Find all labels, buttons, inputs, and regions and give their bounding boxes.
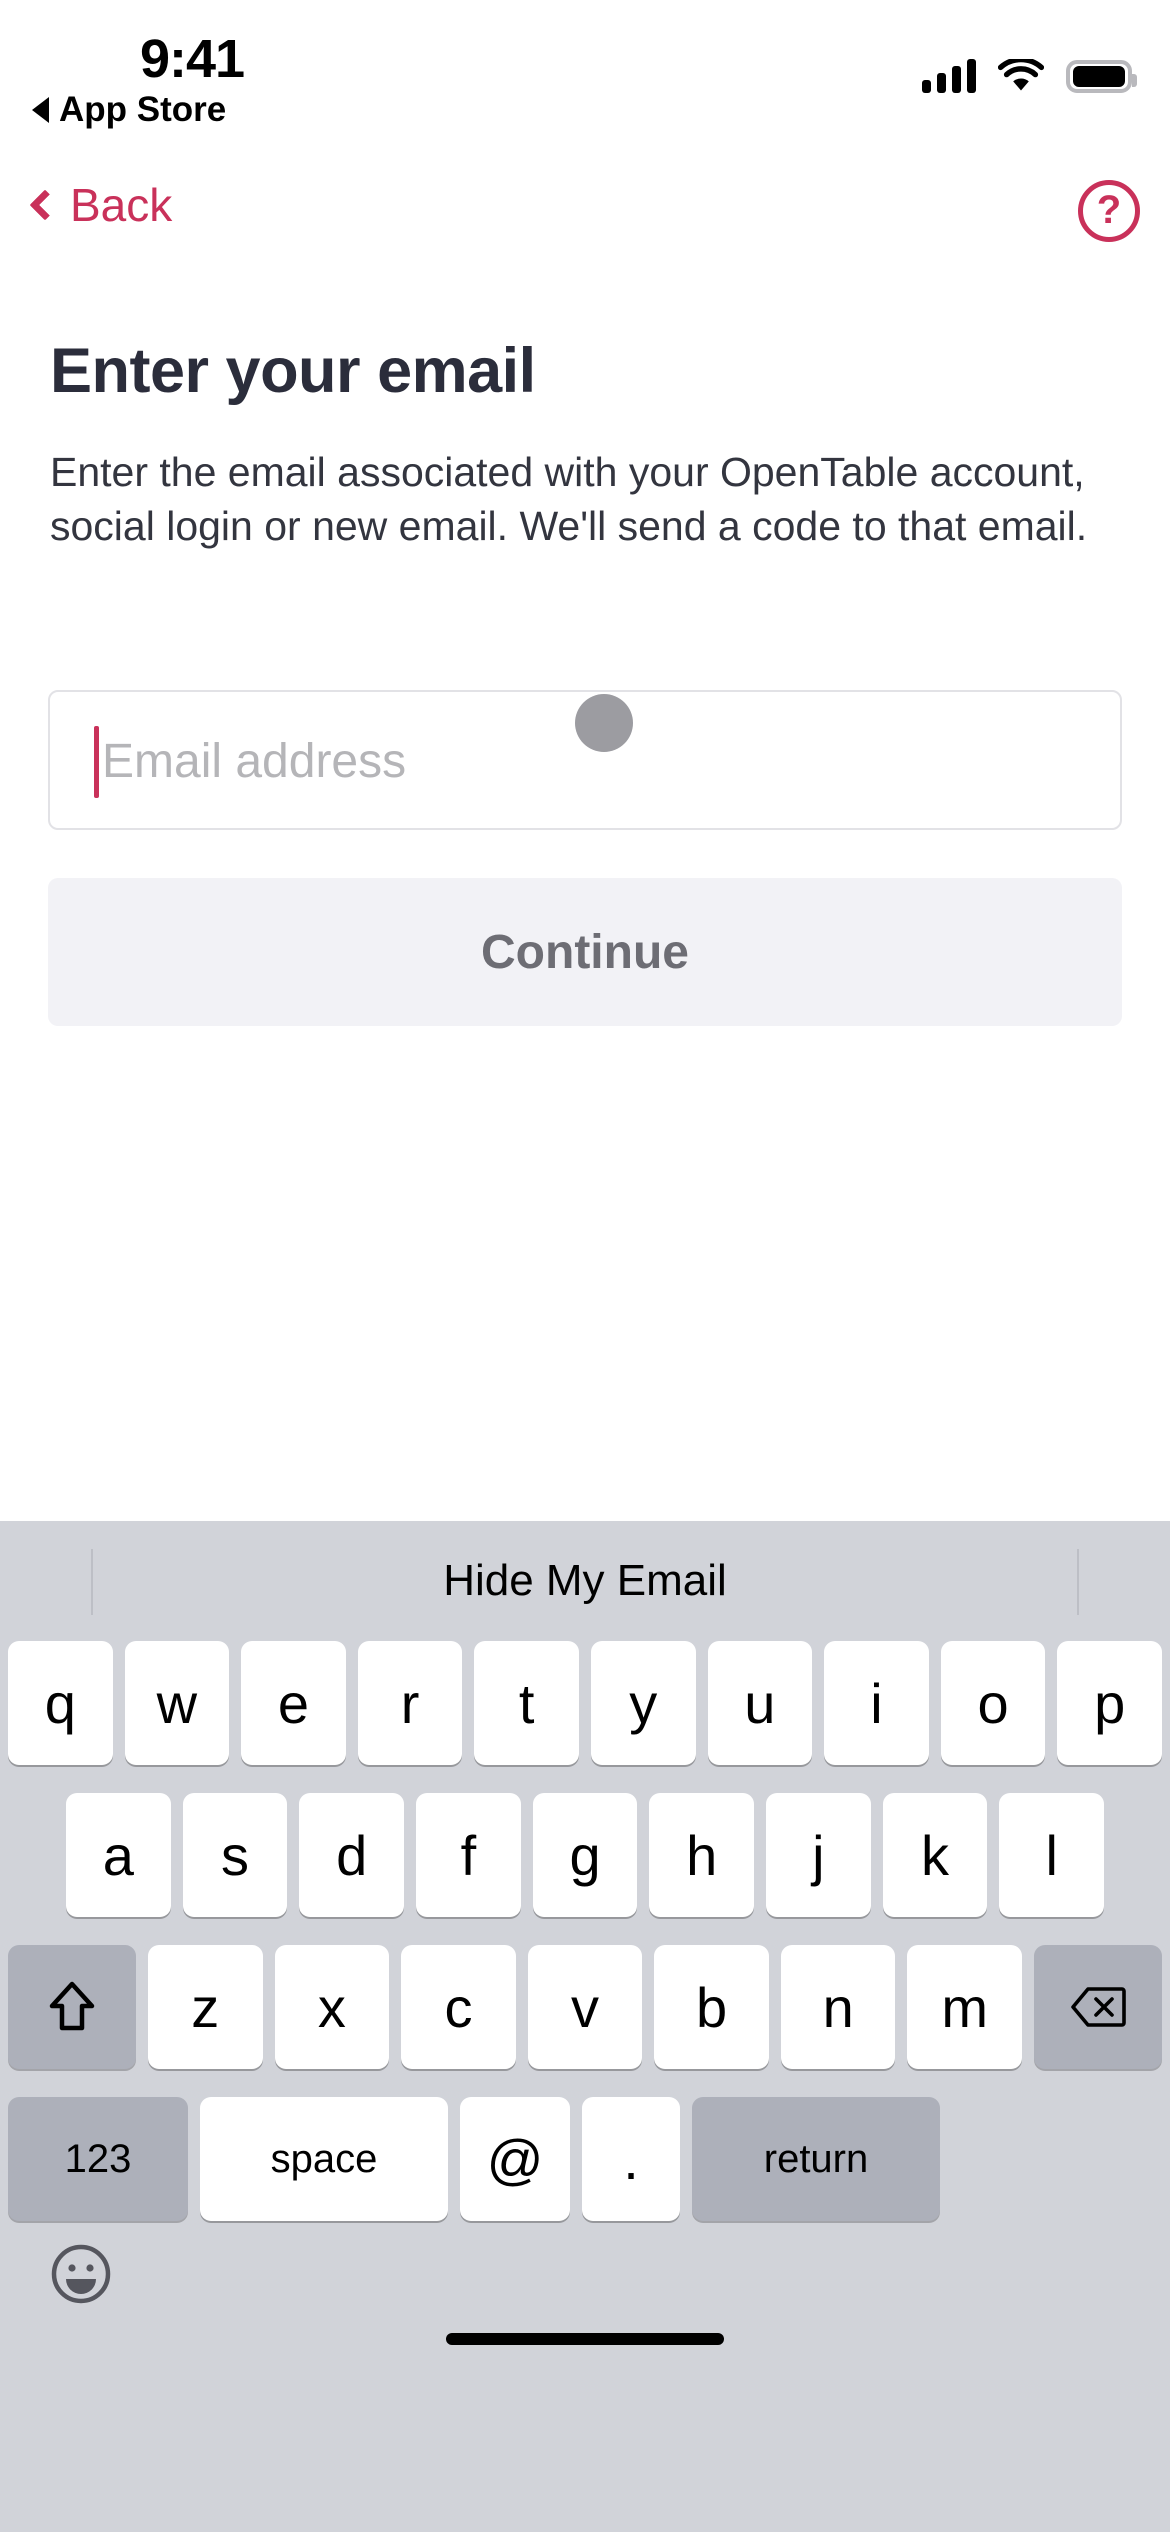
suggestion-divider-right xyxy=(1077,1549,1079,1615)
key-i[interactable]: i xyxy=(824,1641,929,1765)
navigation-bar: Back ? xyxy=(0,168,1170,266)
key-k[interactable]: k xyxy=(882,1793,988,1917)
key-y[interactable]: y xyxy=(590,1641,696,1765)
key-p[interactable]: p xyxy=(1057,1641,1162,1765)
key-x[interactable]: x xyxy=(274,1945,390,2069)
at-sign-key[interactable]: @ xyxy=(460,2097,570,2221)
home-indicator xyxy=(446,2333,724,2345)
key-d[interactable]: d xyxy=(299,1793,405,1917)
help-button[interactable]: ? xyxy=(1078,180,1140,242)
wifi-icon xyxy=(997,56,1045,93)
key-f[interactable]: f xyxy=(416,1793,521,1917)
key-o[interactable]: o xyxy=(940,1641,1046,1765)
key-m[interactable]: m xyxy=(907,1945,1023,2069)
battery-full-icon xyxy=(1066,60,1137,93)
back-button[interactable]: Back xyxy=(24,176,182,234)
backspace-key[interactable] xyxy=(1034,1945,1163,2069)
on-screen-keyboard: Hide My Email q w e r t y u i o p a s d … xyxy=(0,1521,1170,2532)
keyboard-row-1: q w e r t y u i o p xyxy=(0,1641,1170,1765)
key-b[interactable]: b xyxy=(654,1945,769,2069)
iphone-screen: 9:41 App Store Back ? Enter your email E… xyxy=(0,0,1170,2532)
emoji-key[interactable] xyxy=(50,2243,112,2305)
key-t[interactable]: t xyxy=(474,1641,579,1765)
keyboard-row-4: 123 space @ . return xyxy=(0,2097,1170,2221)
triangle-left-icon xyxy=(32,97,49,123)
key-r[interactable]: r xyxy=(357,1641,463,1765)
key-l[interactable]: l xyxy=(999,1793,1105,1917)
question-mark-circle-icon: ? xyxy=(1096,188,1122,232)
email-input-placeholder: Email address xyxy=(102,735,407,788)
cellular-signal-icon xyxy=(922,59,976,93)
continue-button[interactable]: Continue xyxy=(48,878,1122,1026)
shift-arrow-icon xyxy=(49,1981,95,2031)
status-indicators xyxy=(922,45,1137,93)
status-time: 9:41 xyxy=(140,29,245,89)
hide-my-email-suggestion[interactable]: Hide My Email xyxy=(443,1556,727,1606)
period-key[interactable]: . xyxy=(582,2097,680,2221)
return-to-app-store-link[interactable]: App Store xyxy=(32,90,226,130)
chevron-left-icon xyxy=(29,189,61,221)
page-description: Enter the email associated with your Ope… xyxy=(50,449,1088,550)
suggestion-divider-left xyxy=(91,1549,93,1615)
key-v[interactable]: v xyxy=(527,1945,643,2069)
key-e[interactable]: e xyxy=(241,1641,346,1765)
backspace-icon xyxy=(1071,1987,1126,2027)
keyboard-row-2: a s d f g h j k l xyxy=(0,1793,1170,1917)
key-c[interactable]: c xyxy=(401,1945,516,2069)
return-key[interactable]: return xyxy=(692,2097,940,2221)
key-w[interactable]: w xyxy=(124,1641,230,1765)
numeric-key[interactable]: 123 xyxy=(8,2097,188,2221)
key-a[interactable]: a xyxy=(66,1793,171,1917)
page-title: Enter your email xyxy=(50,336,536,406)
shift-key[interactable] xyxy=(8,1945,136,2069)
text-cursor xyxy=(94,726,99,798)
back-button-label: Back xyxy=(70,179,173,231)
key-j[interactable]: j xyxy=(766,1793,871,1917)
autofill-suggestion-bar: Hide My Email xyxy=(0,1521,1170,1641)
key-q[interactable]: q xyxy=(8,1641,113,1765)
smiley-face-icon xyxy=(51,2244,111,2304)
key-u[interactable]: u xyxy=(707,1641,813,1765)
return-app-label: App Store xyxy=(59,90,227,129)
key-h[interactable]: h xyxy=(649,1793,755,1917)
key-s[interactable]: s xyxy=(182,1793,288,1917)
touch-indicator xyxy=(575,694,633,752)
space-key[interactable]: space xyxy=(200,2097,448,2221)
keyboard-row-3: z x c v b n m xyxy=(0,1945,1170,2069)
key-z[interactable]: z xyxy=(148,1945,263,2069)
keyboard-bottom-bar xyxy=(0,2221,1170,2371)
status-bar: 9:41 App Store xyxy=(0,0,1170,160)
key-n[interactable]: n xyxy=(780,1945,896,2069)
key-g[interactable]: g xyxy=(532,1793,638,1917)
